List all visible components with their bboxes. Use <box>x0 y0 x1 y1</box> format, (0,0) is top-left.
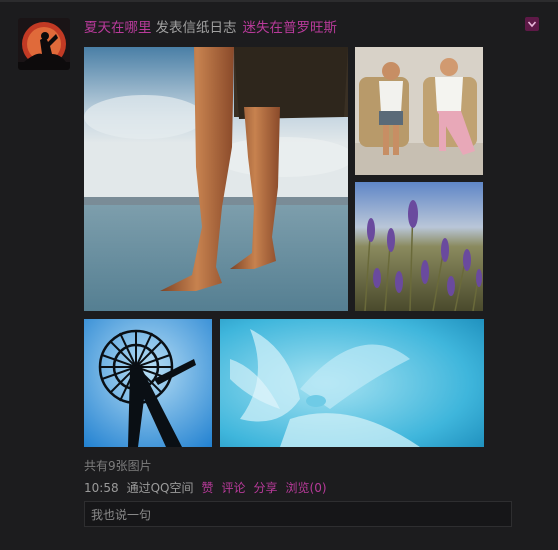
chevron-down-icon <box>527 21 537 28</box>
photo-blue-flower[interactable] <box>220 319 484 447</box>
post-action: 发表信纸日志 <box>155 20 237 36</box>
photo-count: 共有9张图片 <box>84 459 152 473</box>
top-divider <box>0 0 558 2</box>
like-link[interactable]: 赞 <box>202 481 214 495</box>
avatar[interactable] <box>18 18 70 70</box>
post-title[interactable]: 迷失在普罗旺斯 <box>243 20 338 36</box>
post-time: 10:58 <box>84 481 119 495</box>
author-name[interactable]: 夏天在哪里 <box>84 20 152 36</box>
views-link[interactable]: 浏览(0) <box>286 481 327 495</box>
share-link[interactable]: 分享 <box>254 481 278 495</box>
post-header: 夏天在哪里 发表信纸日志 迷失在普罗旺斯 <box>84 16 337 36</box>
photo-windmill[interactable] <box>84 319 212 447</box>
photo-two-girls[interactable] <box>355 47 483 175</box>
post-meta: 10:58 通过QQ空间赞评论 分享 浏览(0) <box>84 479 327 496</box>
post-source: 通过QQ空间 <box>126 481 194 495</box>
comment-link[interactable]: 评论 <box>222 481 246 495</box>
avatar-image <box>18 18 70 70</box>
menu-button[interactable] <box>525 17 539 31</box>
comment-input[interactable]: 我也说一句 <box>84 501 512 527</box>
photo-lavender[interactable] <box>355 182 483 311</box>
photo-legs-over-sea[interactable] <box>84 47 348 311</box>
